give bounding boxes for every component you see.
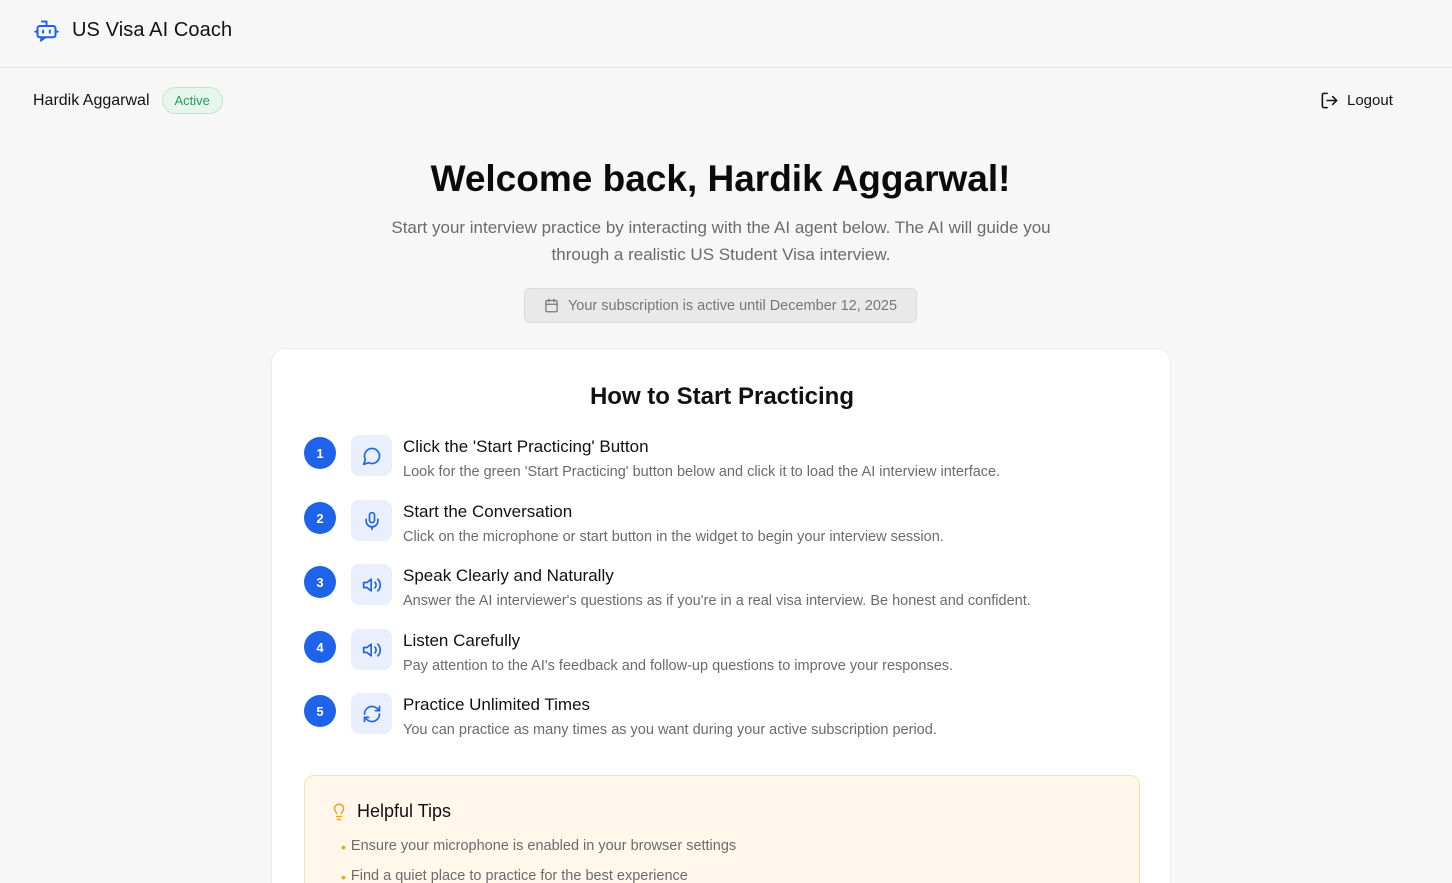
subscription-text: Your subscription is active until Decemb… — [567, 297, 898, 314]
chat-bubble-icon — [362, 447, 380, 465]
page-subtitle: Start your interview practice by interac… — [376, 214, 1066, 268]
step-item: 5 Practice Unlimited Times You can pract… — [304, 693, 1154, 753]
step-description: Click on the microphone or start button … — [403, 529, 944, 545]
step-item: 3 Speak Clearly and Naturally Answer the… — [304, 564, 1154, 624]
step-title: Speak Clearly and Naturally — [403, 566, 614, 585]
card-title: How to Start Practicing — [589, 383, 855, 410]
logout-button[interactable]: Logout — [1320, 91, 1393, 110]
step-icon-box — [351, 435, 392, 476]
step-number: 3 — [304, 566, 336, 598]
step-title: Practice Unlimited Times — [403, 695, 591, 714]
instructions-card: How to Start Practicing 1 Click the 'Sta… — [271, 348, 1171, 883]
step-icon-box — [351, 693, 392, 734]
step-icon-box — [351, 500, 392, 541]
step-icon-box — [351, 564, 392, 605]
step-number: 5 — [304, 695, 336, 727]
status-badge: Active — [161, 87, 223, 114]
subtitle-line-2: through a realistic US Student Visa inte… — [551, 245, 891, 264]
app-title: US Visa AI Coach — [72, 19, 233, 41]
step-description: Pay attention to the AI's feedback and f… — [403, 658, 954, 674]
step-title: Click the 'Start Practicing' Button — [403, 437, 649, 456]
tip-item: • Find a quiet place to practice for the … — [341, 868, 688, 883]
step-description: Answer the AI interviewer's questions as… — [403, 593, 1031, 609]
step-number: 2 — [304, 502, 336, 534]
bot-icon — [34, 20, 59, 42]
step-title: Start the Conversation — [403, 502, 573, 521]
refresh-icon — [363, 705, 380, 722]
user-bar: Hardik Aggarwal Active — [33, 87, 223, 114]
step-number: 1 — [304, 437, 336, 469]
step-icon-box — [351, 629, 392, 670]
lightbulb-icon — [333, 802, 345, 820]
step-title: Listen Carefully — [403, 631, 521, 650]
step-item: 1 Click the 'Start Practicing' Button Lo… — [304, 435, 1154, 495]
microphone-icon — [364, 511, 379, 530]
top-bar: US Visa AI Coach — [0, 0, 1452, 68]
page-title: Welcome back, Hardik Aggarwal! — [430, 158, 1011, 199]
helpful-tips-panel: Helpful Tips • Ensure your microphone is … — [304, 775, 1140, 883]
subtitle-line-1: Start your interview practice by interac… — [391, 218, 1051, 237]
speaker-icon — [362, 642, 381, 657]
step-item: 2 Start the Conversation Click on the mi… — [304, 500, 1154, 560]
step-number: 4 — [304, 631, 336, 663]
step-description: Look for the green 'Start Practicing' bu… — [403, 464, 1001, 480]
logout-label: Logout — [1347, 92, 1393, 109]
tips-header: Helpful Tips — [330, 801, 451, 822]
step-item: 4 Listen Carefully Pay attention to the … — [304, 629, 1154, 689]
subscription-pill: Your subscription is active until Decemb… — [524, 288, 917, 323]
logout-icon — [1321, 92, 1338, 109]
tip-item: • Ensure your microphone is enabled in yo… — [341, 838, 737, 855]
tips-title: Helpful Tips — [357, 801, 452, 821]
step-description: You can practice as many times as you wa… — [403, 722, 937, 738]
brand[interactable]: US Visa AI Coach — [33, 17, 232, 44]
calendar-icon — [545, 298, 558, 313]
user-name: Hardik Aggarwal — [33, 91, 150, 109]
speaker-icon — [362, 577, 381, 592]
